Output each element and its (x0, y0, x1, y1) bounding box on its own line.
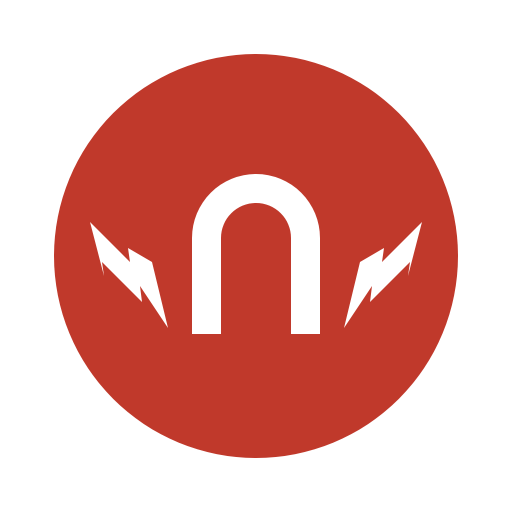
magnet-icon (54, 54, 458, 458)
app-icon-canvas (0, 0, 512, 512)
